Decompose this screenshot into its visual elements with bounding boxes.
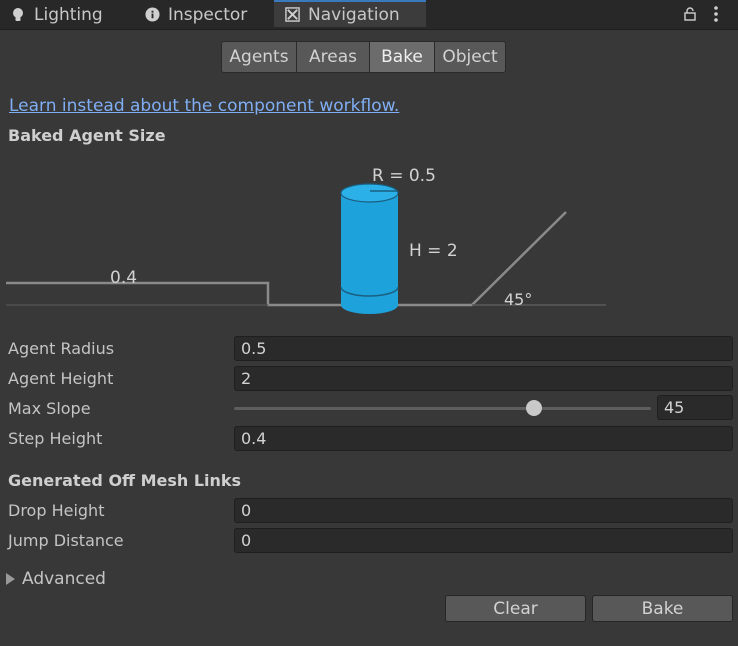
segment-object[interactable]: Object (434, 41, 506, 73)
tab-lighting[interactable]: Lighting (10, 0, 103, 29)
more-options-icon[interactable] (706, 3, 726, 25)
max-slope-slider-track[interactable] (234, 407, 651, 410)
jump-distance-input[interactable]: 0 (234, 528, 733, 553)
drop-height-label: Drop Height (8, 501, 105, 520)
jump-distance-label: Jump Distance (8, 531, 124, 550)
step-height-label: Step Height (8, 429, 103, 448)
window-tab-bar: Lighting Inspector Navigation (0, 0, 738, 30)
navigation-icon (284, 7, 300, 23)
component-workflow-link[interactable]: Learn instead about the component workfl… (9, 96, 399, 116)
radius-label: R = 0.5 (372, 166, 436, 186)
advanced-foldout[interactable]: Advanced (6, 569, 106, 589)
drop-height-input[interactable]: 0 (234, 498, 733, 523)
off-mesh-links-heading: Generated Off Mesh Links (8, 471, 242, 490)
tab-inspector[interactable]: Inspector (144, 0, 247, 29)
tab-label: Lighting (34, 4, 103, 25)
triangle-right-icon (6, 573, 15, 585)
clear-button[interactable]: Clear (445, 595, 586, 622)
segment-areas[interactable]: Areas (296, 41, 370, 73)
ground-outline (6, 211, 567, 307)
lock-icon[interactable] (680, 3, 700, 25)
agent-height-label: Agent Height (8, 369, 114, 388)
bake-button[interactable]: Bake (592, 595, 733, 622)
step-height-input[interactable]: 0.4 (234, 426, 733, 451)
segment-bake[interactable]: Bake (369, 41, 435, 73)
max-slope-input[interactable]: 45 (657, 395, 733, 420)
agent-radius-input[interactable]: 0.5 (234, 336, 733, 361)
advanced-label: Advanced (22, 569, 106, 589)
slope-angle-label: 45° (504, 290, 532, 309)
info-icon (144, 7, 160, 23)
navigation-mode-segmented-control: Agents Areas Bake Object (221, 41, 506, 75)
lightbulb-icon (10, 7, 26, 23)
baked-agent-size-heading: Baked Agent Size (8, 126, 166, 145)
segment-agents[interactable]: Agents (221, 41, 297, 73)
tab-navigation[interactable]: Navigation (274, 0, 426, 27)
tab-label: Inspector (168, 4, 248, 25)
agent-radius-label: Agent Radius (8, 339, 115, 358)
step-height-label: 0.4 (110, 268, 137, 288)
max-slope-slider-thumb[interactable] (526, 400, 543, 416)
tab-label: Navigation (308, 4, 400, 25)
agent-height-input[interactable]: 2 (234, 366, 733, 391)
agent-cylinder-top (340, 183, 399, 203)
max-slope-label: Max Slope (8, 399, 91, 418)
agent-size-diagram: R = 0.5 H = 2 0.4 45° (6, 166, 606, 314)
height-label: H = 2 (409, 241, 458, 261)
